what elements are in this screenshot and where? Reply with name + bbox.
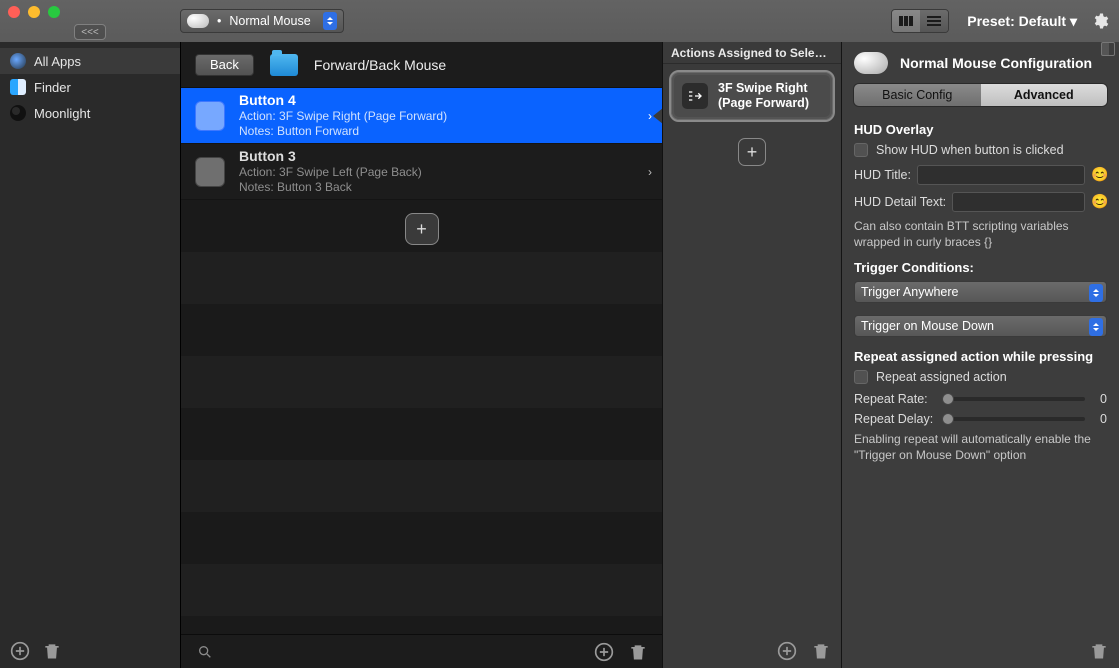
device-bullet: • [217,14,221,28]
minimize-window-button[interactable] [28,6,40,18]
delete-app-button[interactable] [42,641,62,661]
tab-basic-config[interactable]: Basic Config [854,84,981,106]
delete-config-button[interactable] [1089,641,1109,661]
selection-pointer-icon [653,108,662,124]
view-list-button[interactable] [920,10,948,32]
repeat-delay-slider[interactable] [948,417,1085,421]
hud-title-input[interactable] [917,165,1085,185]
chevron-updown-icon [323,12,337,30]
trigger-title: Button 4 [239,92,447,110]
show-hud-label: Show HUD when button is clicked [876,143,1064,157]
view-mode-segment [891,9,949,33]
trigger-action: Action: 3F Swipe Left (Page Back) [239,165,422,180]
repeat-note: Enabling repeat will automatically enabl… [854,432,1107,463]
action-title: 3F Swipe Right [718,81,809,96]
show-hud-checkbox-input[interactable] [854,143,868,157]
search-button[interactable] [195,642,215,662]
moon-icon [10,105,26,121]
config-panel: Normal Mouse Configuration Basic Config … [841,42,1119,668]
repeat-rate-value: 0 [1093,392,1107,406]
config-title: Normal Mouse Configuration [900,55,1092,71]
window-toolbar: <<< • Normal Mouse Preset: Default ▾ [0,0,1119,42]
button-glyph-icon [195,101,225,131]
back-button[interactable]: Back [195,54,254,76]
sidebar-item-label: Finder [34,80,71,95]
trigger-notes: Notes: Button 3 Back [239,180,422,195]
preset-dropdown[interactable]: Preset: Default ▾ [967,13,1077,30]
zoom-window-button[interactable] [48,6,60,18]
window-controls [8,6,60,18]
chevron-right-icon: › [648,165,652,179]
app-sidebar: All Apps Finder Moonlight [0,42,180,668]
close-window-button[interactable] [8,6,20,18]
show-hud-checkbox[interactable]: Show HUD when button is clicked [854,143,1107,157]
action-subtitle: (Page Forward) [718,96,809,111]
trigger-row[interactable]: Button 3 Action: 3F Swipe Left (Page Bac… [181,144,662,200]
gear-icon[interactable] [1091,12,1109,30]
folder-icon [270,54,298,76]
trigger-location-value: Trigger Anywhere [861,285,959,299]
trigger-row[interactable]: Button 4 Action: 3F Swipe Right (Page Fo… [181,88,662,144]
delete-trigger-button[interactable] [628,642,648,662]
repeat-action-checkbox-input[interactable] [854,370,868,384]
delete-action-button[interactable] [811,641,831,661]
tab-advanced[interactable]: Advanced [981,84,1108,106]
hud-detail-input[interactable] [952,192,1085,212]
add-trigger-button[interactable]: + [405,213,439,245]
sidebar-item-moonlight[interactable]: Moonlight [0,100,180,126]
sidebar-item-label: All Apps [34,54,81,69]
trigger-notes: Notes: Button Forward [239,124,447,139]
chevron-updown-icon [1089,318,1103,336]
mouse-icon [854,52,888,74]
add-app-button[interactable] [10,641,30,661]
breadcrumb: Forward/Back Mouse [314,57,446,73]
repeat-heading: Repeat assigned action while pressing [854,349,1107,364]
add-action-footer-button[interactable] [777,641,797,661]
hud-heading: HUD Overlay [854,122,1107,137]
view-columns-button[interactable] [892,10,920,32]
repeat-action-checkbox[interactable]: Repeat assigned action [854,370,1107,384]
chevron-updown-icon [1089,284,1103,302]
hud-note: Can also contain BTT scripting variables… [854,219,1107,250]
repeat-action-label: Repeat assigned action [876,370,1007,384]
device-select-label: Normal Mouse [229,14,310,28]
trigger-location-select[interactable]: Trigger Anywhere [854,281,1107,303]
actions-header: Actions Assigned to Selected… [663,42,841,64]
sidebar-item-label: Moonlight [34,106,90,121]
emoji-picker-icon[interactable]: 😊 [1091,194,1107,210]
empty-rows [181,200,662,634]
repeat-rate-label: Repeat Rate: [854,392,940,406]
emoji-picker-icon[interactable]: 😊 [1091,167,1107,183]
panel-collapse-button[interactable] [1101,42,1115,56]
hud-detail-label: HUD Detail Text: [854,195,946,209]
trigger-action: Action: 3F Swipe Right (Page Forward) [239,109,447,124]
sidebar-item-finder[interactable]: Finder [0,74,180,100]
trigger-title: Button 3 [239,148,422,166]
sidebar-item-all-apps[interactable]: All Apps [0,48,180,74]
config-tab-segment: Basic Config Advanced [854,84,1107,106]
globe-icon [10,53,26,69]
repeat-delay-label: Repeat Delay: [854,412,940,426]
repeat-delay-value: 0 [1093,412,1107,426]
finder-icon [10,79,26,95]
device-select[interactable]: • Normal Mouse [180,9,344,33]
chevron-right-icon: › [648,109,652,123]
trigger-timing-value: Trigger on Mouse Down [861,319,994,333]
action-card[interactable]: 3F Swipe Right (Page Forward) [671,72,833,120]
button-glyph-icon [195,157,225,187]
mouse-icon [187,14,209,28]
repeat-rate-slider[interactable] [948,397,1085,401]
trigger-timing-select[interactable]: Trigger on Mouse Down [854,315,1107,337]
sidebar-collapse-button[interactable]: <<< [74,24,106,40]
swipe-right-icon [682,83,708,109]
add-trigger-footer-button[interactable] [594,642,614,662]
hud-title-label: HUD Title: [854,168,911,182]
conditions-heading: Trigger Conditions: [854,260,1107,275]
add-action-button[interactable]: + [738,138,766,166]
trigger-column: Back Forward/Back Mouse Button 4 Action:… [180,42,662,668]
actions-column: Actions Assigned to Selected… 3F Swipe R… [662,42,841,668]
